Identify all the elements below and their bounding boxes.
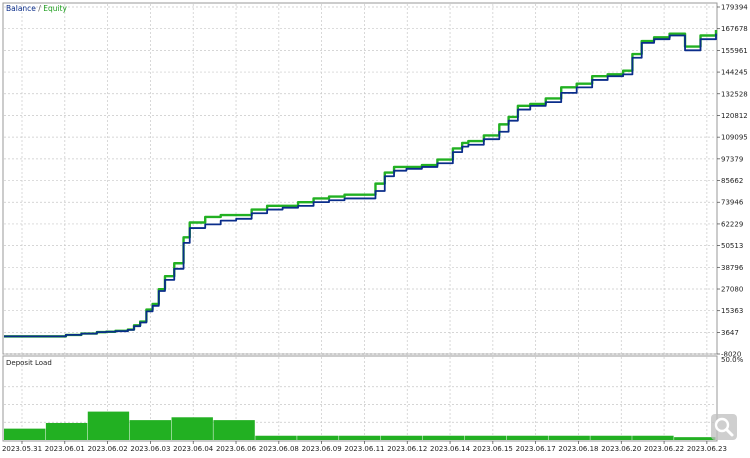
y-tick-label: 167678 <box>721 25 748 33</box>
x-tick-label: 2023.06.20 <box>601 445 641 453</box>
y-tick-label: 155961 <box>721 47 748 55</box>
x-tick-label: 2023.06.17 <box>516 445 556 453</box>
y-tick-label: 109095 <box>721 134 748 142</box>
y-tick-label: 120812 <box>721 112 748 120</box>
y-tick-label: 38796 <box>721 264 744 272</box>
deposit-load-y-tick: 50.0% <box>721 356 744 364</box>
deposit-load-bar <box>297 435 339 440</box>
x-tick-label: 2023.06.01 <box>45 445 85 453</box>
x-tick-label: 2023.06.08 <box>259 445 299 453</box>
deposit-load-bar <box>255 435 297 440</box>
legend-equity: Equity <box>43 4 67 13</box>
deposit-load-bar <box>674 437 716 440</box>
deposit-load-bar <box>548 435 590 440</box>
deposit-load-bar <box>45 422 88 440</box>
chart-svg: 179394 167678 155961 144245 132528 120812 1090… <box>0 0 750 454</box>
deposit-load-bar <box>632 435 674 440</box>
x-tick-label: 2023.06.14 <box>430 445 471 453</box>
y-tick-label: 15363 <box>721 307 743 315</box>
y-tick-label: 27080 <box>721 286 743 294</box>
zoom-icon-bg <box>711 414 737 440</box>
y-tick-label: 85662 <box>721 177 743 185</box>
y-tick-label: 3647 <box>721 329 739 337</box>
x-tick-label: 2023.06.09 <box>302 445 342 453</box>
y-tick-label: 132528 <box>721 90 748 98</box>
y-tick-label: 144245 <box>721 69 748 77</box>
legend: Balance / Equity <box>6 4 67 13</box>
deposit-load-bar <box>506 435 548 440</box>
deposit-load-bar <box>87 411 130 440</box>
background <box>0 0 750 454</box>
x-tick-label: 2023.05.31 <box>2 445 42 453</box>
x-tick-label: 2023.06.03 <box>130 445 170 453</box>
x-tick-label: 2023.06.12 <box>387 445 427 453</box>
deposit-load-bar <box>213 420 255 440</box>
x-tick-label: 2023.06.18 <box>558 445 598 453</box>
deposit-load-bar <box>380 435 423 440</box>
strategy-tester-graph: 179394 167678 155961 144245 132528 120812 1090… <box>0 0 750 454</box>
x-tick-label: 2023.06.06 <box>216 445 257 453</box>
deposit-load-title: Deposit Load <box>6 359 52 367</box>
deposit-load-bar <box>339 435 381 440</box>
x-tick-label: 2023.06.02 <box>88 445 128 453</box>
x-tick-label: 2023.06.23 <box>687 445 727 453</box>
y-tick-label: 73946 <box>721 199 744 207</box>
deposit-load-bar <box>422 435 465 440</box>
legend-separator: / <box>36 4 43 13</box>
x-tick-label: 2023.06.04 <box>173 445 214 453</box>
deposit-load-bar <box>464 435 507 440</box>
deposit-load-bar <box>590 435 632 440</box>
x-tick-label: 2023.06.15 <box>473 445 513 453</box>
y-tick-label: 179394 <box>721 4 748 12</box>
x-tick-label: 2023.06.11 <box>344 445 384 453</box>
zoom-icon[interactable] <box>711 414 737 440</box>
x-tick-label: 2023.06.22 <box>644 445 684 453</box>
deposit-load-bar <box>171 417 213 440</box>
legend-balance: Balance <box>6 4 36 13</box>
y-tick-label: 62229 <box>721 220 743 228</box>
deposit-load-bar <box>129 420 172 440</box>
y-tick-label: 97379 <box>721 155 743 163</box>
deposit-load-bar <box>4 428 46 440</box>
y-tick-label: 50513 <box>721 242 743 250</box>
